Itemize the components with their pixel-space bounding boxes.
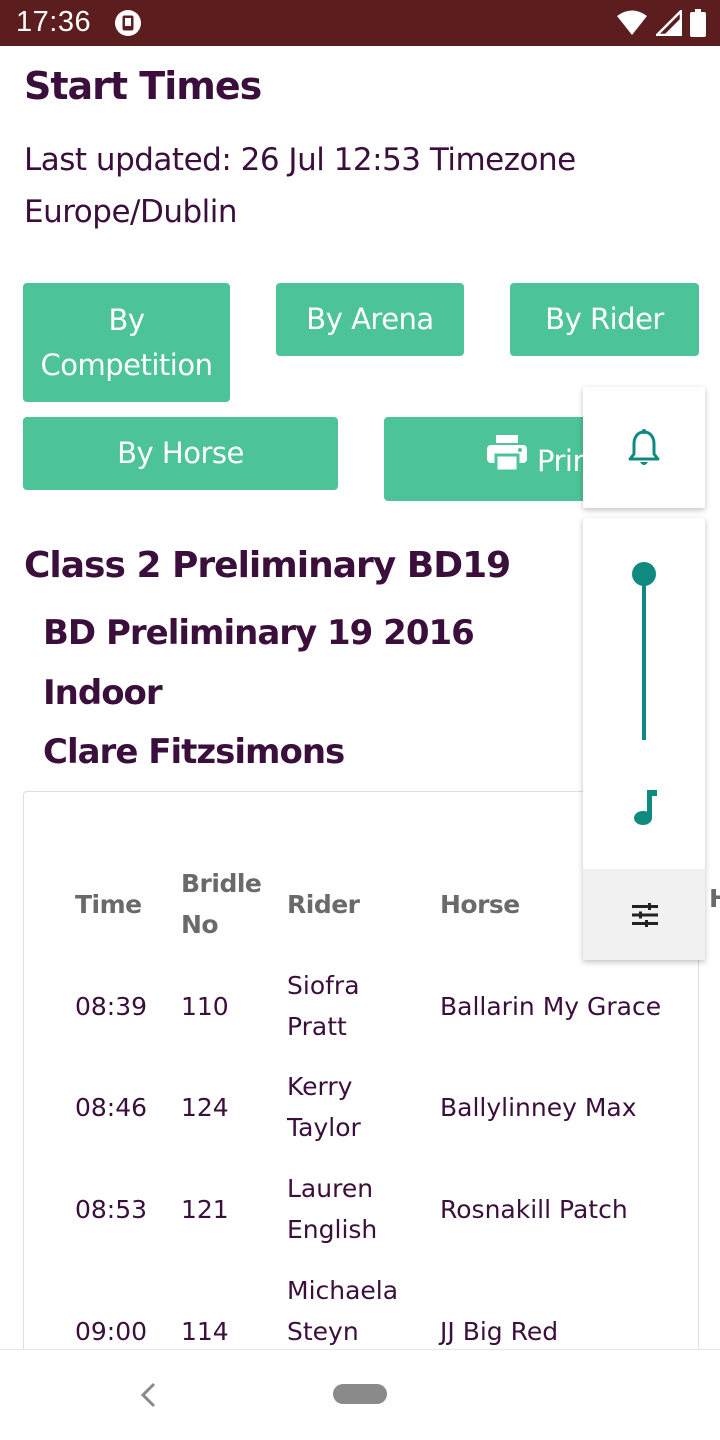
bell-icon[interactable] [627,429,661,469]
cell-horse: JJ Big Red [440,1317,559,1346]
class-title: Class 2 Preliminary BD19 [24,545,511,586]
by-competition-button[interactable]: By Competition [23,283,230,402]
cell-time: 08:53 [75,1195,148,1224]
column-header-horse: Horse [440,890,520,919]
by-rider-button[interactable]: By Rider [510,283,699,356]
cell-bridle-no: 110 [181,992,229,1021]
cell-time: 08:39 [75,992,148,1021]
cell-time: 08:46 [75,1093,148,1122]
by-arena-button[interactable]: By Arena [276,283,464,356]
cell-time: 09:00 [75,1317,148,1346]
cell-bridle-no: 114 [181,1317,229,1346]
cell-rider: Kerry Taylor [287,1072,361,1142]
page-title: Start Times [24,64,262,108]
cell-bridle-no: 124 [181,1093,229,1122]
cell-horse: Ballylinney Max [440,1093,637,1122]
printer-icon [487,435,527,471]
media-volume-card [583,518,705,960]
cell-horse: Ballarin My Grace [440,992,662,1021]
test-name: BD Preliminary 19 2016 [43,613,475,653]
column-header-rider: Rider [287,890,360,919]
ringer-volume-card[interactable] [583,387,705,508]
cell-horse: Rosnakill Patch [440,1195,628,1224]
column-header-bridle-no: Bridle No [181,869,262,939]
volume-slider-track [642,574,646,740]
cell-bridle-no: 121 [181,1195,229,1224]
battery-icon [690,9,706,37]
judge-name: Clare Fitzsimons [43,732,345,772]
column-header-time: Time [75,890,142,919]
volume-settings-button[interactable] [583,869,705,960]
status-time: 17:36 [16,6,92,38]
volume-slider-thumb[interactable] [632,562,656,586]
navigation-bar [0,1349,720,1440]
cell-rider: Michaela Steyn [287,1276,399,1346]
status-icons [616,8,706,38]
cell-rider: Lauren English [287,1174,378,1244]
wifi-icon [617,10,647,35]
equalizer-settings-icon [632,903,658,927]
cell-rider: Siofra Pratt [287,971,360,1041]
app-notification-icon [115,10,141,36]
back-icon[interactable] [134,1378,162,1412]
signal-icon [656,10,682,36]
volume-slider[interactable] [630,562,658,740]
column-header-next: H [709,884,720,913]
last-updated-text: Last updated: 26 Jul 12:53 Timezone Euro… [24,142,576,230]
status-bar: 17:36 [0,0,720,46]
arena-name: Indoor [43,673,163,713]
home-pill-button[interactable] [333,1384,387,1404]
by-horse-button[interactable]: By Horse [23,417,338,490]
music-note-icon[interactable] [632,790,658,826]
